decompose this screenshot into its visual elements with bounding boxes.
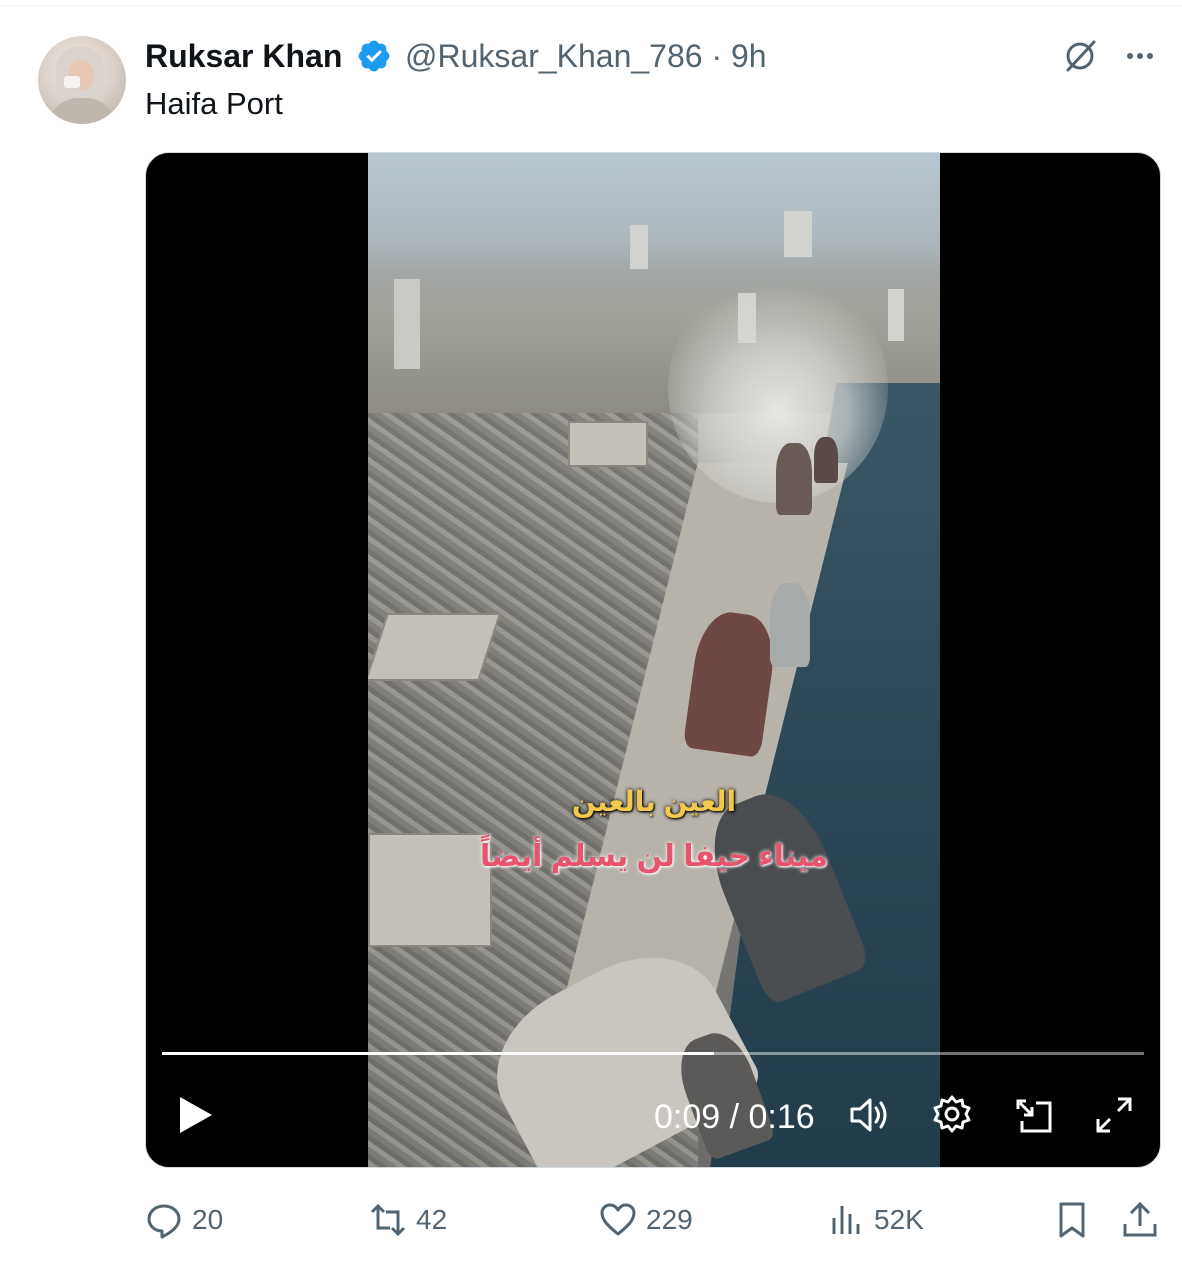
- fullscreen-icon[interactable]: [1092, 1093, 1136, 1137]
- views-count: 52K: [874, 1204, 924, 1235]
- top-divider: [0, 5, 1182, 6]
- more-icon[interactable]: [1120, 36, 1160, 76]
- share-button[interactable]: [1120, 1198, 1168, 1242]
- like-icon: [600, 1203, 636, 1236]
- reply-icon: [147, 1204, 181, 1239]
- video-player[interactable]: العين بالعين ميناء حيفا لن يسلم أيضاً 0:…: [145, 152, 1161, 1168]
- volume-icon[interactable]: [848, 1093, 892, 1137]
- views-icon: [832, 1206, 860, 1234]
- video-frame: العين بالعين ميناء حيفا لن يسلم أيضاً: [368, 153, 940, 1167]
- video-progress-fill: [162, 1052, 715, 1055]
- video-subtitle-bottom: ميناء حيفا لن يسلم أيضاً: [480, 840, 828, 873]
- bookmark-button[interactable]: [1052, 1198, 1100, 1242]
- video-subtitle-top: العين بالعين: [571, 786, 737, 817]
- verified-badge-icon: [358, 40, 390, 72]
- play-icon[interactable]: [174, 1093, 218, 1137]
- repost-button[interactable]: 42: [368, 1198, 447, 1242]
- bookmark-icon: [1059, 1202, 1085, 1238]
- repost-count: 42: [416, 1204, 448, 1235]
- settings-icon[interactable]: [930, 1093, 974, 1137]
- views-button[interactable]: 52K: [826, 1198, 924, 1242]
- like-count: 229: [646, 1204, 693, 1235]
- author-handle-time[interactable]: @Ruksar_Khan_786 · 9h: [405, 34, 767, 78]
- avatar[interactable]: [38, 36, 126, 124]
- reply-button[interactable]: 20: [144, 1198, 223, 1242]
- video-progress-bar[interactable]: [162, 1052, 1144, 1055]
- reply-count: 20: [192, 1204, 224, 1235]
- author-name[interactable]: Ruksar Khan: [145, 34, 342, 78]
- repost-icon: [370, 1203, 406, 1237]
- like-button[interactable]: 229: [598, 1198, 693, 1242]
- pip-icon[interactable]: [1012, 1093, 1056, 1137]
- video-time: 0:09 / 0:16: [654, 1098, 815, 1136]
- tweet-text: Haifa Port: [145, 86, 283, 121]
- grok-icon[interactable]: [1060, 36, 1100, 76]
- share-icon: [1123, 1201, 1157, 1237]
